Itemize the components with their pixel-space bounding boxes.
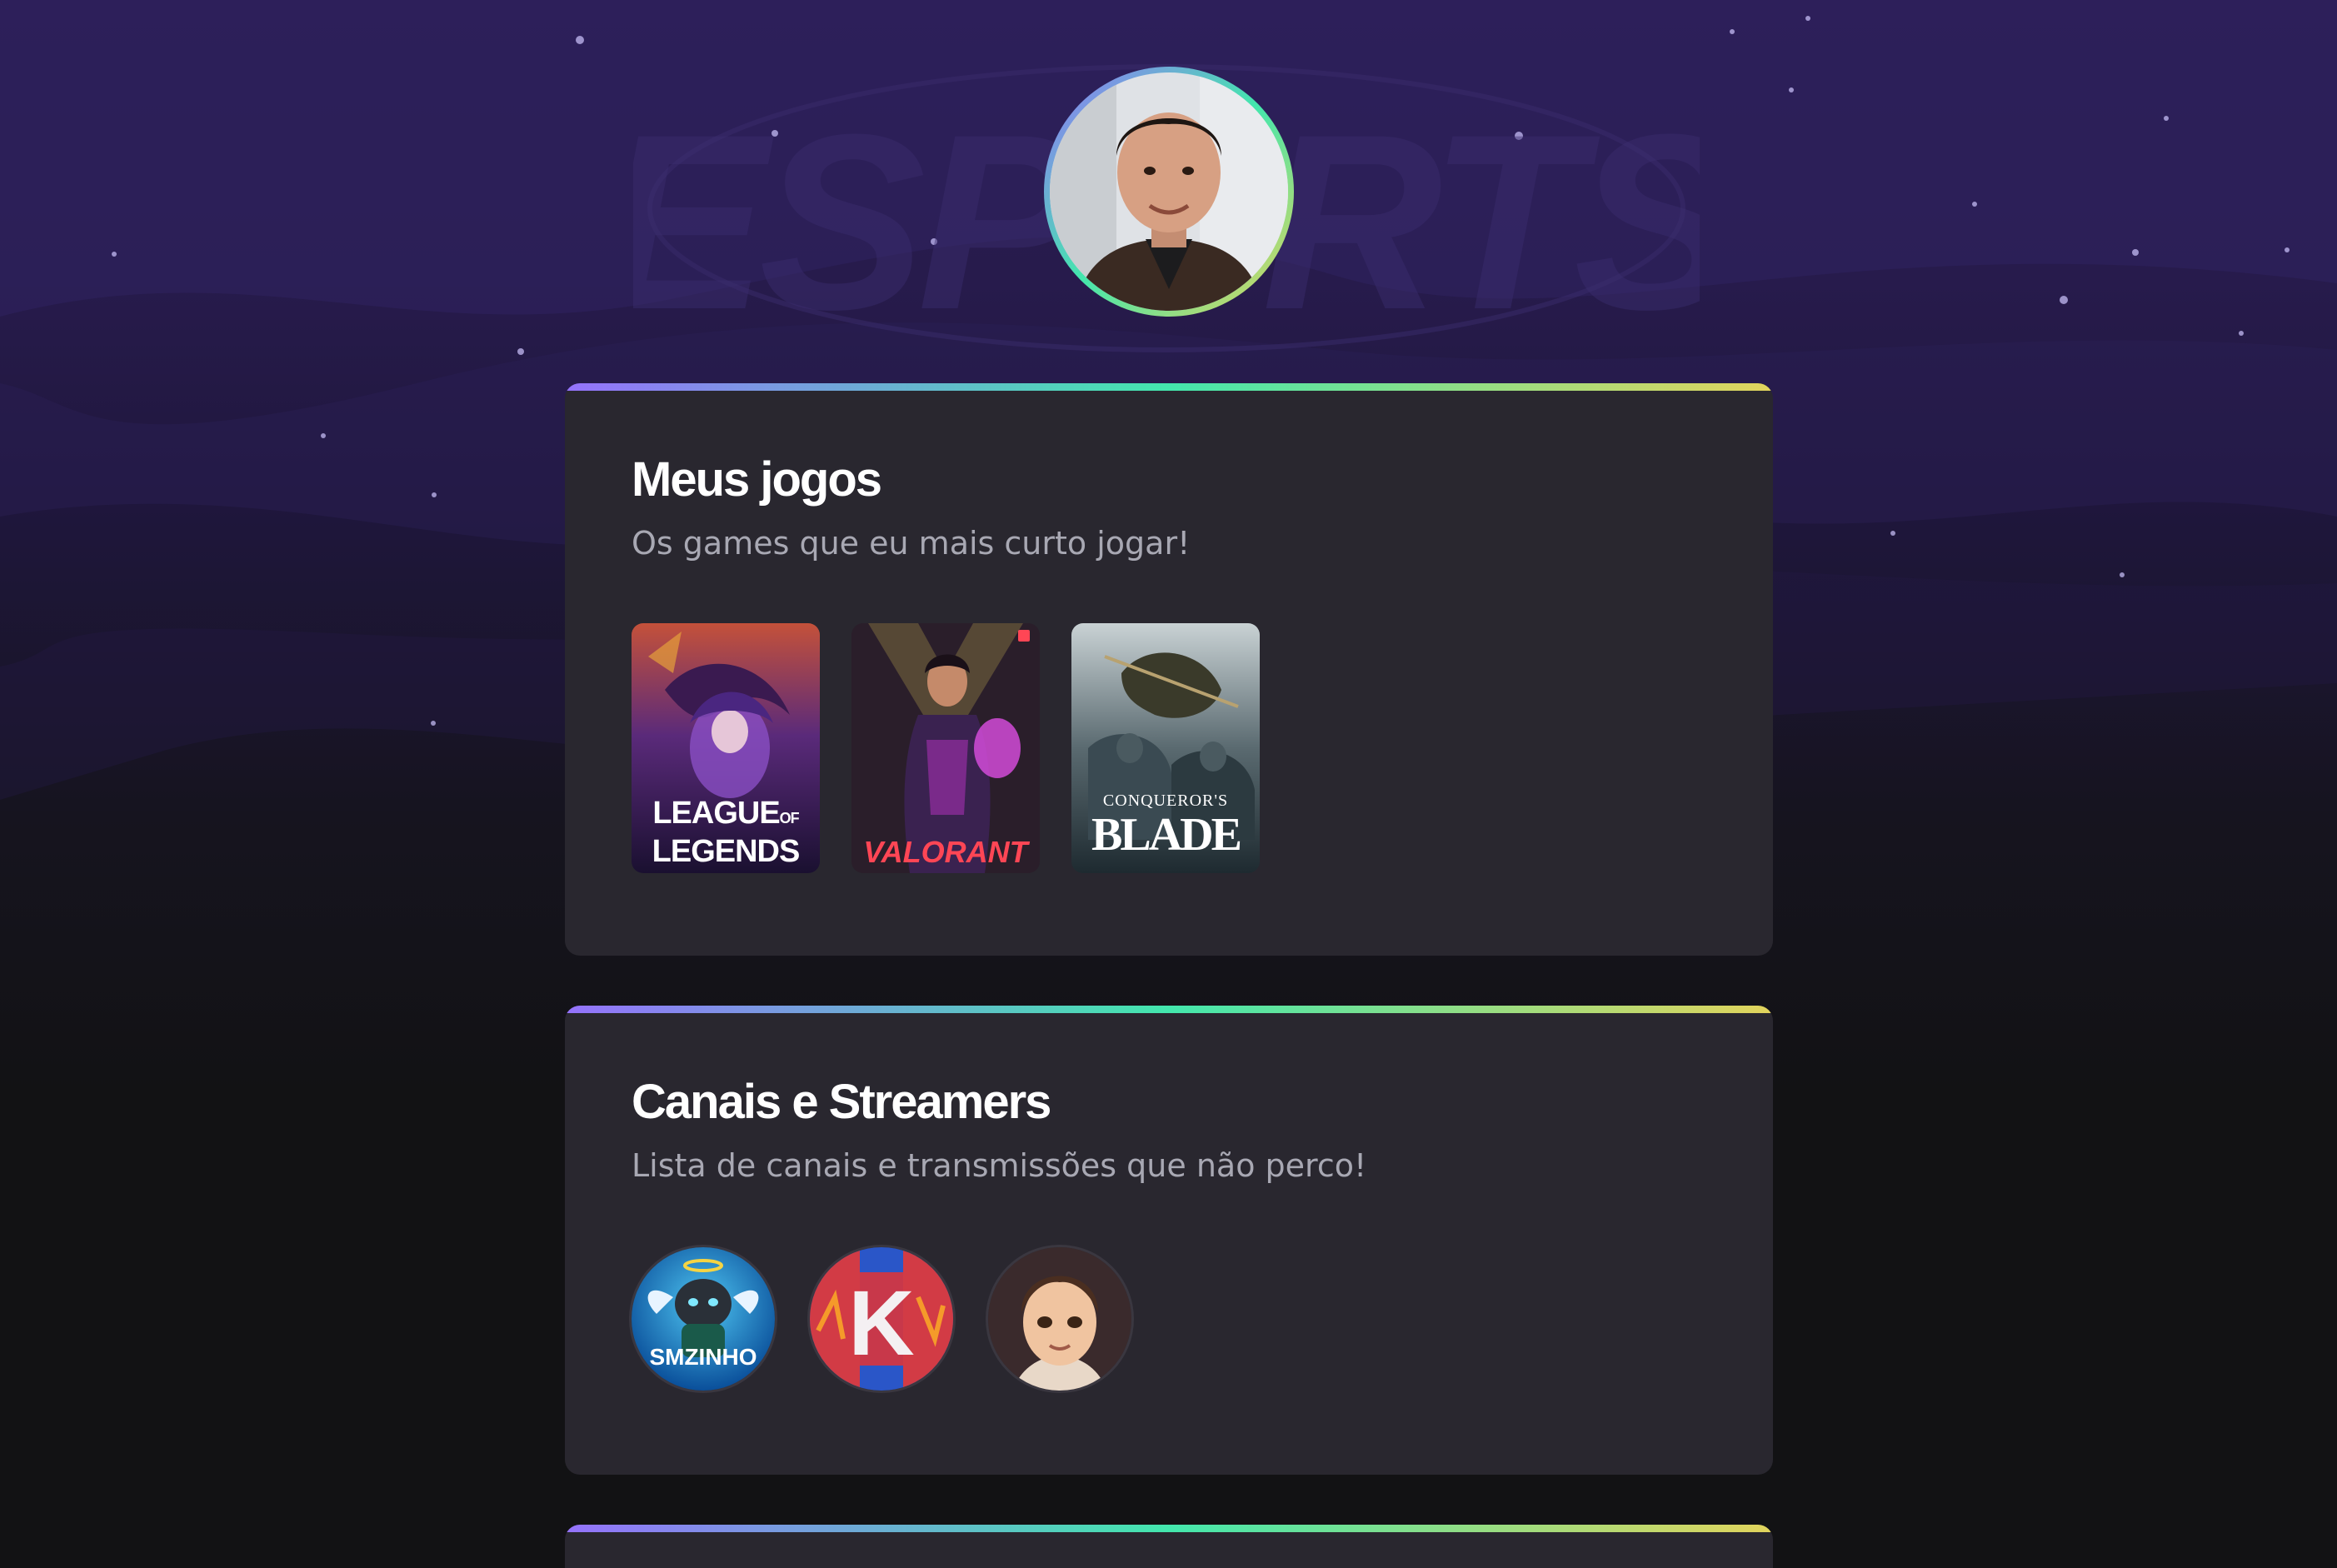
profile-photo-icon <box>1050 72 1288 311</box>
k-channel-letter: K <box>848 1272 915 1375</box>
game-league-of-legends[interactable]: LEAGUEOF LEGENDS <box>632 623 820 873</box>
profile-avatar[interactable] <box>1044 67 1294 317</box>
game-conquerors-blade[interactable]: CONQUEROR'S BLADE <box>1071 623 1260 873</box>
games-subtitle: Os games que eu mais curto jogar! <box>632 525 1191 562</box>
channel-smzinho[interactable]: SMZINHO <box>632 1247 775 1391</box>
smzinho-label: SMZINHO <box>649 1344 757 1370</box>
lol-logo-text: LEAGUEOF LEGENDS <box>652 796 801 869</box>
channel-k[interactable]: K <box>810 1247 953 1391</box>
next-card <box>565 1525 1773 1568</box>
game-valorant[interactable]: VALORANT <box>851 623 1040 873</box>
valorant-logo-text: VALORANT <box>863 835 1028 869</box>
games-list: LEAGUEOF LEGENDS VALORANT CONQUEROR'S BL… <box>632 623 1260 873</box>
cartoon-streamer-avatar <box>988 1247 1131 1391</box>
channels-subtitle: Lista de canais e transmissões que não p… <box>632 1147 1367 1184</box>
games-title: Meus jogos <box>632 452 882 507</box>
channel-cartoon-streamer[interactable] <box>988 1247 1131 1391</box>
channels-list: SMZINHO K <box>632 1247 1131 1391</box>
channels-card: Canais e Streamers Lista de canais e tra… <box>565 1006 1773 1475</box>
channels-title: Canais e Streamers <box>632 1075 1051 1129</box>
conquerors-blade-logo-text: BLADE <box>1091 809 1242 861</box>
profile-photo <box>1050 72 1288 311</box>
games-card: Meus jogos Os games que eu mais curto jo… <box>565 383 1773 956</box>
